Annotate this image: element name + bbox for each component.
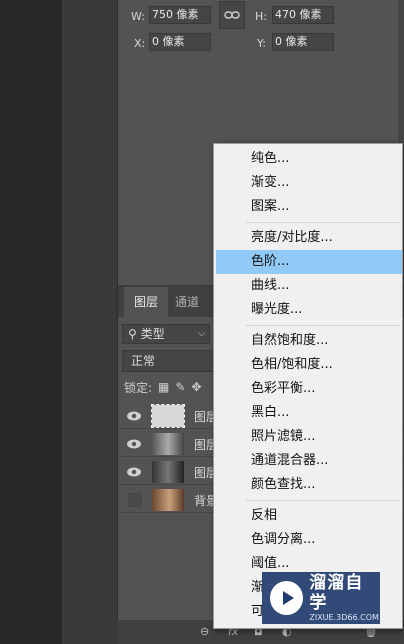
menu-item-vibrance[interactable]: 自然饱和度... [216, 329, 402, 353]
canvas-area [0, 0, 62, 644]
menu-item-gradient[interactable]: 渐变... [216, 171, 402, 195]
eye-icon[interactable] [126, 465, 142, 479]
menu-item-black-white[interactable]: 黑白... [216, 401, 402, 425]
eye-icon[interactable] [126, 409, 142, 423]
tab-channels[interactable]: 通道 [168, 287, 206, 317]
play-logo-icon [270, 581, 304, 615]
blend-mode-select[interactable]: 正常 [122, 350, 222, 372]
width-field[interactable]: 750 像素 [149, 6, 211, 24]
menu-item-hue-saturation[interactable]: 色相/饱和度... [216, 353, 402, 377]
menu-separator [246, 325, 400, 326]
layer-thumbnail [151, 404, 185, 428]
menu-separator [246, 500, 400, 501]
menu-item-invert[interactable]: 反相 [216, 504, 402, 528]
y-label: Y: [257, 37, 266, 50]
panel-gutter [62, 0, 118, 644]
height-label: H: [255, 10, 267, 23]
menu-item-color-lookup[interactable]: 颜色查找... [216, 473, 402, 497]
lock-position-icon[interactable]: ✥ [191, 380, 201, 394]
eye-icon[interactable] [126, 437, 142, 451]
menu-item-exposure[interactable]: 曝光度... [216, 298, 402, 322]
lock-label: 锁定: [124, 380, 153, 395]
x-label: X: [134, 37, 146, 50]
x-field[interactable]: 0 像素 [149, 33, 211, 51]
watermark-title: 溜溜自学 [309, 573, 364, 613]
y-field[interactable]: 0 像素 [272, 33, 334, 51]
link-icon [224, 11, 240, 19]
menu-item-brightness-contrast[interactable]: 亮度/对比度... [216, 226, 402, 250]
menu-item-posterize[interactable]: 色调分离... [216, 528, 402, 552]
link-layers-icon[interactable]: ⊖ [200, 625, 209, 638]
menu-item-curves[interactable]: 曲线... [216, 274, 402, 298]
menu-item-pattern[interactable]: 图案... [216, 195, 402, 219]
layer-thumbnail [152, 461, 184, 483]
lock-transparent-icon[interactable]: ▦ [158, 380, 169, 394]
menu-item-color-balance[interactable]: 色彩平衡... [216, 377, 402, 401]
search-icon: ⚲ [128, 327, 137, 341]
width-label: W: [131, 10, 145, 23]
lock-row: 锁定: ▦ ✎ ✥ [124, 378, 202, 396]
layer-filter-select[interactable]: ⚲ 类型 ⌵ [122, 324, 210, 344]
menu-item-photo-filter[interactable]: 照片滤镜... [216, 425, 402, 449]
menu-item-channel-mixer[interactable]: 通道混合器... [216, 449, 402, 473]
visibility-toggle[interactable] [128, 493, 142, 507]
chevron-down-icon: ⌵ [198, 329, 205, 339]
adjustment-menu: 纯色... 渐变... 图案... 亮度/对比度... 色阶... 曲线... … [213, 143, 403, 629]
menu-item-solid-color[interactable]: 纯色... [216, 147, 402, 171]
menu-item-levels[interactable]: 色阶... [216, 250, 402, 274]
lock-paint-icon[interactable]: ✎ [175, 380, 185, 394]
watermark-subtitle: ZIXUE.3D66.COM [309, 613, 379, 622]
tab-layers[interactable]: 图层 [124, 287, 168, 317]
menu-separator [246, 222, 400, 223]
height-field[interactable]: 470 像素 [272, 6, 334, 24]
layer-thumbnail [152, 489, 184, 511]
link-dimensions-button[interactable] [219, 1, 245, 29]
filter-label: 类型 [140, 327, 165, 341]
watermark: 溜溜自学 ZIXUE.3D66.COM [262, 572, 380, 624]
layer-thumbnail [152, 433, 184, 455]
